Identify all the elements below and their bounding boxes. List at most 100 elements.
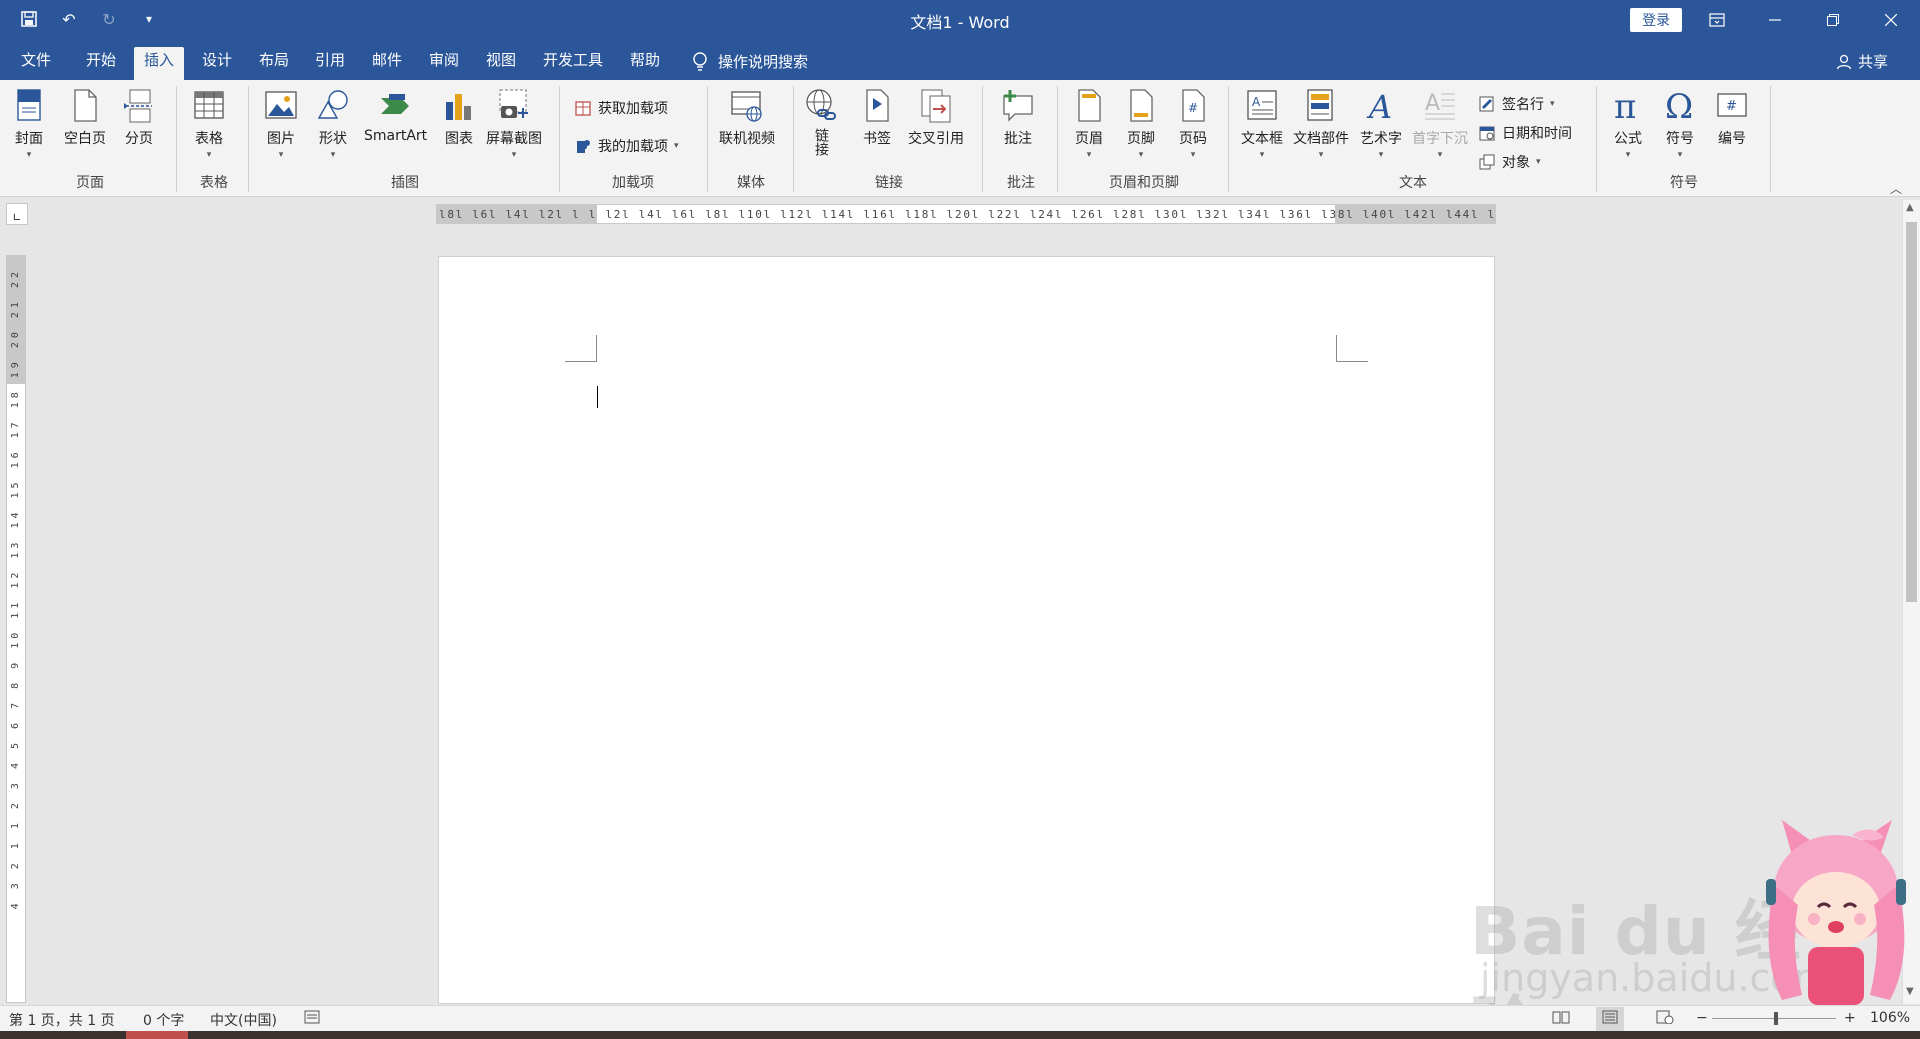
- language-indicator[interactable]: 中文(中国): [210, 1010, 277, 1030]
- tab-references[interactable]: 引用: [305, 47, 355, 80]
- page-break-button[interactable]: 分页: [122, 88, 156, 148]
- shapes-button[interactable]: 形状 ▾: [316, 88, 350, 160]
- symbol-button[interactable]: Ω 符号 ▾: [1663, 88, 1697, 160]
- link-icon: [806, 89, 836, 120]
- svg-text:#: #: [1726, 99, 1737, 114]
- web-layout-icon[interactable]: [1656, 1010, 1674, 1028]
- group-divider: [793, 86, 794, 192]
- group-divider: [707, 86, 708, 192]
- quick-parts-button[interactable]: 文档部件 ▾: [1293, 88, 1349, 160]
- group-media: 联机视频 媒体: [710, 86, 792, 196]
- group-tables-label: 表格: [200, 175, 228, 191]
- cross-reference-icon: [921, 89, 951, 123]
- textbox-button[interactable]: A 文本框 ▾: [1241, 88, 1283, 160]
- svg-text:A: A: [1425, 91, 1440, 116]
- tab-file[interactable]: 文件: [11, 47, 61, 80]
- close-icon[interactable]: [1862, 0, 1920, 40]
- equation-button[interactable]: π 公式 ▾: [1611, 88, 1645, 160]
- zoom-out-icon[interactable]: −: [1696, 1010, 1708, 1026]
- page-number-button[interactable]: # 页码 ▾: [1176, 88, 1210, 160]
- cross-reference-button[interactable]: 交叉引用: [908, 88, 964, 148]
- chevron-down-icon: ▾: [1437, 150, 1443, 160]
- window-controls: [1688, 0, 1920, 40]
- cover-page-label: 封面: [15, 131, 43, 147]
- online-video-label: 联机视频: [719, 131, 775, 147]
- tell-me-search[interactable]: 操作说明搜索: [692, 51, 808, 72]
- date-time-label: 日期和时间: [1502, 126, 1572, 142]
- ribbon-display-icon[interactable]: [1688, 0, 1746, 40]
- bookmark-button[interactable]: 书签: [860, 88, 894, 148]
- tab-developer[interactable]: 开发工具: [533, 47, 613, 80]
- chevron-down-icon: ▾: [206, 150, 212, 160]
- tab-review[interactable]: 审阅: [419, 47, 469, 80]
- group-divider: [1770, 86, 1771, 192]
- tell-me-label: 操作说明搜索: [718, 53, 809, 71]
- document-page[interactable]: [438, 256, 1495, 1004]
- footer-button[interactable]: 页脚 ▾: [1124, 88, 1158, 160]
- share-button[interactable]: 共享: [1836, 51, 1888, 72]
- cover-page-button[interactable]: 封面 ▾: [12, 88, 46, 160]
- tab-selector[interactable]: ∟: [6, 203, 28, 225]
- scroll-thumb[interactable]: [1906, 222, 1917, 602]
- save-icon[interactable]: [18, 8, 40, 30]
- scroll-down-icon[interactable]: ▼: [1906, 986, 1914, 997]
- tab-help[interactable]: 帮助: [620, 47, 670, 80]
- get-addins-button[interactable]: 获取加载项: [574, 98, 668, 118]
- tab-view[interactable]: 视图: [476, 47, 526, 80]
- object-button[interactable]: 对象 ▾: [1478, 152, 1541, 172]
- header-button[interactable]: 页眉 ▾: [1072, 88, 1106, 160]
- print-layout-icon[interactable]: [1596, 1007, 1624, 1031]
- link-button[interactable]: 链接: [804, 88, 838, 156]
- header-icon: [1078, 89, 1101, 122]
- number-button[interactable]: # 编号: [1715, 88, 1749, 148]
- read-mode-icon[interactable]: [1552, 1010, 1570, 1028]
- vertical-scrollbar[interactable]: ▲ ▼: [1902, 200, 1920, 1004]
- minimize-icon[interactable]: [1746, 0, 1804, 40]
- screenshot-icon: [499, 89, 528, 118]
- online-video-button[interactable]: 联机视频: [719, 88, 775, 148]
- login-button[interactable]: 登录: [1630, 8, 1682, 32]
- zoom-level[interactable]: 106%: [1870, 1010, 1910, 1026]
- group-symbols: π 公式 ▾ Ω 符号 ▾ # 编号 符号: [1599, 86, 1769, 196]
- customize-icon[interactable]: ▾: [138, 8, 160, 30]
- accessibility-icon[interactable]: [304, 1010, 320, 1028]
- pictures-button[interactable]: 图片 ▾: [264, 88, 298, 160]
- redo-icon[interactable]: ↻: [98, 8, 120, 30]
- page-number-icon: #: [1182, 89, 1205, 122]
- group-divider: [982, 86, 983, 192]
- blank-page-button[interactable]: 空白页: [64, 88, 106, 148]
- screenshot-button[interactable]: 屏幕截图 ▾: [486, 88, 542, 160]
- collapse-ribbon-icon[interactable]: ︿: [1890, 180, 1902, 197]
- group-divider: [1596, 86, 1597, 192]
- signature-line-button[interactable]: 签名行 ▾: [1478, 94, 1555, 114]
- tab-layout[interactable]: 布局: [249, 47, 299, 80]
- restore-icon[interactable]: [1804, 0, 1862, 40]
- word-count[interactable]: 0 个字: [143, 1010, 184, 1030]
- zoom-in-icon[interactable]: +: [1844, 1010, 1856, 1026]
- vertical-ruler[interactable]: 4 3 2 1 1 2 3 4 5 6 7 8 9 10 11 12 13 14…: [6, 255, 26, 1003]
- tab-mailings[interactable]: 邮件: [362, 47, 412, 80]
- tab-insert[interactable]: 插入: [134, 47, 185, 80]
- table-button[interactable]: 表格 ▾: [192, 88, 226, 160]
- smartart-button[interactable]: SmartArt: [364, 88, 427, 144]
- scroll-up-icon[interactable]: ▲: [1906, 202, 1914, 213]
- my-addins-button[interactable]: 我的加载项 ▾: [574, 136, 679, 156]
- ruler-numbers: l8l l6l l4l l2l l l l2l l4l l6l l8l l10l…: [439, 208, 1496, 221]
- group-header-footer: 页眉 ▾ 页脚 ▾ # 页码 ▾ 页眉和页脚: [1060, 86, 1228, 196]
- chart-button[interactable]: 图表: [442, 88, 476, 148]
- tab-design[interactable]: 设计: [192, 47, 242, 80]
- wordart-button[interactable]: A 艺术字 ▾: [1360, 88, 1402, 160]
- chevron-down-icon: ▾: [674, 141, 679, 151]
- tab-home[interactable]: 开始: [76, 47, 126, 80]
- object-label: 对象: [1502, 155, 1530, 171]
- ribbon-insert: 封面 ▾ 空白页 分页 页面 表格 ▾ 表格 图片 ▾ 形状 ▾ SmartAr…: [0, 80, 1920, 197]
- date-time-button[interactable]: 日期和时间: [1478, 123, 1572, 143]
- new-comment-button[interactable]: 批注: [1001, 88, 1035, 148]
- taskbar-active-app: [126, 1031, 188, 1039]
- signature-line-label: 签名行: [1502, 97, 1544, 113]
- undo-icon[interactable]: ↶: [58, 8, 80, 30]
- drop-cap-button[interactable]: A 首字下沉 ▾: [1412, 88, 1468, 160]
- zoom-slider-thumb[interactable]: [1774, 1012, 1778, 1025]
- page-count[interactable]: 第 1 页，共 1 页: [9, 1010, 115, 1030]
- horizontal-ruler[interactable]: l8l l6l l4l l2l l l l2l l4l l6l l8l l10l…: [436, 204, 1496, 224]
